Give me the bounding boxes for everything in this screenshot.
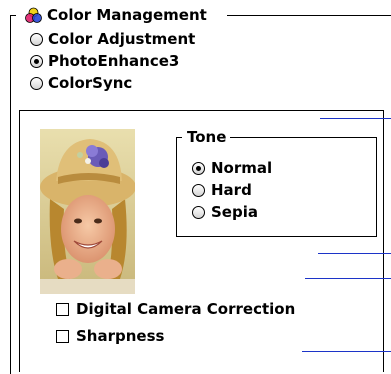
radio-button[interactable] <box>30 33 43 46</box>
callout-line-panel <box>320 118 391 119</box>
checkbox[interactable] <box>56 330 69 343</box>
tone-frame-right <box>376 137 377 236</box>
radio-button[interactable] <box>30 77 43 90</box>
radio-label[interactable]: ColorSync <box>48 74 132 92</box>
radio-label[interactable]: Hard <box>211 181 252 199</box>
color-management-title: Color Management <box>47 6 207 24</box>
radio-label[interactable]: PhotoEnhance3 <box>48 52 179 70</box>
tone-title: Tone <box>187 128 227 146</box>
radio-label[interactable]: Sepia <box>211 203 258 221</box>
callout-line-camera <box>305 278 391 279</box>
radio-button[interactable] <box>192 184 205 197</box>
radio-label[interactable]: Color Adjustment <box>48 30 195 48</box>
checkbox[interactable] <box>56 303 69 316</box>
sample-photo <box>40 129 135 294</box>
radio-button[interactable] <box>192 162 205 175</box>
radio-button[interactable] <box>192 206 205 219</box>
outer-frame-top-right <box>227 15 391 16</box>
callout-line-sharpness <box>302 351 391 352</box>
checkbox-label[interactable]: Sharpness <box>76 327 164 345</box>
radio-label[interactable]: Normal <box>211 159 272 177</box>
tone-frame-bottom <box>176 236 377 237</box>
color-management-icon <box>25 7 42 24</box>
checkbox-label[interactable]: Digital Camera Correction <box>76 300 295 318</box>
outer-frame-left <box>10 15 11 374</box>
tone-frame-top-right <box>230 137 376 138</box>
radio-button[interactable] <box>30 55 43 68</box>
callout-line-tone <box>318 253 391 254</box>
tone-frame-left <box>176 137 177 236</box>
